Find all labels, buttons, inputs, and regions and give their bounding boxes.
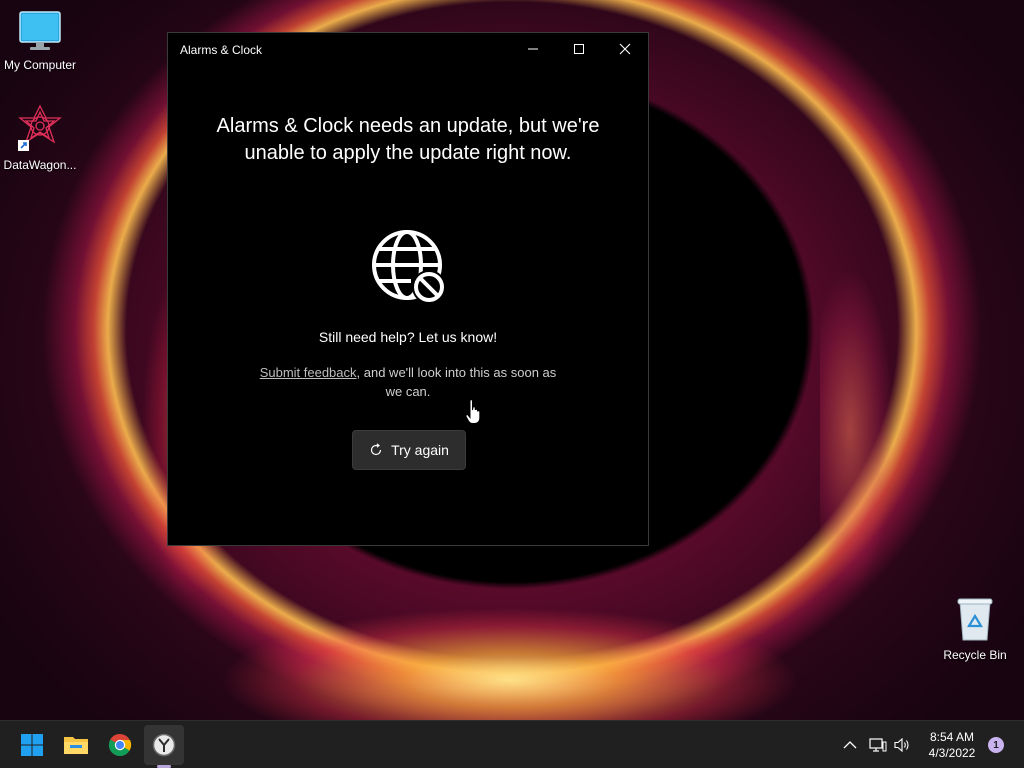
minimize-button[interactable]	[510, 33, 556, 65]
desktop-icon-recycle-bin[interactable]: Recycle Bin	[935, 596, 1015, 662]
desktop-icon-label: Recycle Bin	[943, 648, 1007, 662]
feedback-message: Submit feedback, and we'll look into thi…	[258, 363, 558, 401]
desktop-icon-label: My Computer	[3, 58, 77, 72]
desktop-icon-my-computer[interactable]: My Computer	[0, 10, 80, 72]
close-button[interactable]	[602, 33, 648, 65]
update-error-heading: Alarms & Clock needs an update, but we'r…	[216, 115, 600, 164]
hand-cursor-icon	[465, 399, 481, 424]
start-button[interactable]	[12, 725, 52, 765]
taskbar-file-explorer[interactable]	[56, 725, 96, 765]
alarms-clock-icon	[152, 733, 176, 757]
show-hidden-icons-button[interactable]	[840, 735, 860, 755]
volume-icon	[894, 737, 909, 753]
monitor-icon	[19, 11, 61, 50]
windows-start-icon	[21, 734, 43, 756]
taskbar-clock[interactable]: 8:54 AM 4/3/2022	[918, 729, 986, 761]
recycle-bin-icon	[957, 598, 993, 641]
datawagon-shortcut-icon	[18, 104, 62, 151]
maximize-icon	[574, 44, 584, 54]
volume-button[interactable]	[892, 735, 912, 755]
try-again-button[interactable]: Try again	[352, 430, 466, 470]
taskbar: 8:54 AM 4/3/2022 1	[0, 720, 1024, 768]
network-status-button[interactable]	[868, 735, 888, 755]
minimize-icon	[528, 48, 538, 50]
window-titlebar[interactable]: Alarms & Clock	[168, 33, 648, 67]
desktop-icon-datawagon[interactable]: DataWagon...	[0, 104, 80, 172]
clock-date: 4/3/2022	[928, 746, 976, 760]
refresh-icon	[370, 443, 382, 456]
chevron-up-icon	[843, 741, 857, 749]
alarms-clock-window: Alarms & Clock Alarms & Clock needs an u…	[167, 32, 649, 546]
chrome-icon	[108, 733, 132, 757]
taskbar-alarms-clock[interactable]	[144, 725, 184, 765]
try-again-label: Try again	[391, 442, 449, 458]
network-icon	[869, 738, 887, 752]
window-title: Alarms & Clock	[180, 43, 263, 57]
desktop-icon-label: DataWagon...	[3, 158, 77, 172]
file-explorer-icon	[64, 737, 88, 754]
taskbar-chrome[interactable]	[100, 725, 140, 765]
submit-feedback-link[interactable]: Submit feedback	[260, 365, 357, 380]
maximize-button[interactable]	[556, 33, 602, 65]
notification-badge[interactable]: 1	[988, 737, 1004, 753]
globe-blocked-icon	[372, 230, 446, 304]
close-icon	[619, 43, 631, 55]
help-prompt-text: Still need help? Let us know!	[318, 329, 498, 345]
feedback-message-text: , and we'll look into this as soon as we…	[356, 365, 557, 399]
clock-time: 8:54 AM	[929, 730, 975, 744]
wallpaper-glow-bottom	[150, 560, 870, 720]
